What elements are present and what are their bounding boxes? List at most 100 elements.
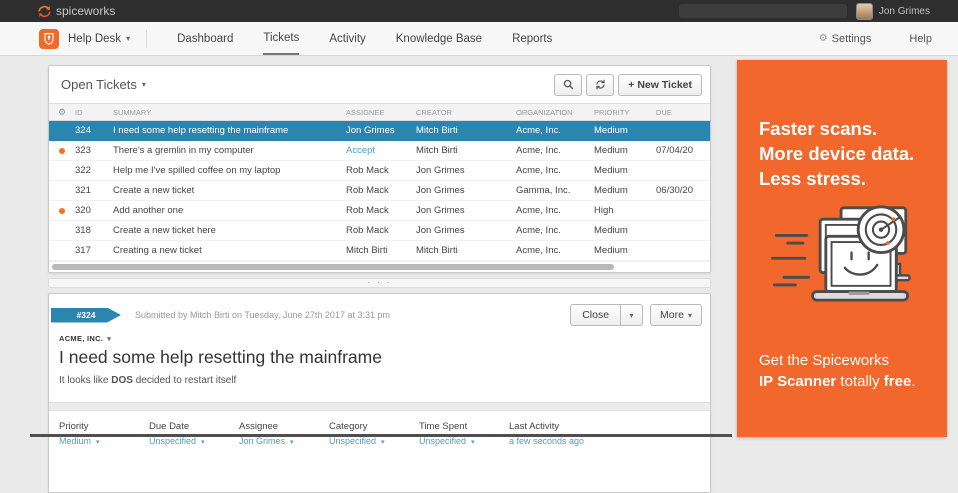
ad-headline-line: Faster scans. <box>759 116 947 141</box>
chevron-down-icon: ▾ <box>469 439 474 446</box>
new-ticket-label: New Ticket <box>637 79 692 91</box>
filter-label: Open Tickets <box>61 77 137 92</box>
ticket-summary: Create a new ticket <box>113 185 346 196</box>
ad-footer-text: Get the Spiceworks IP Scanner totally fr… <box>759 350 947 392</box>
column-header-priority[interactable]: PRIORITY <box>594 108 656 117</box>
ticket-id: 324 <box>75 125 113 136</box>
help-desk-app-button[interactable] <box>39 29 59 49</box>
ticket-row-317[interactable]: 317Creating a new ticketMitch BirtiMitch… <box>49 241 710 261</box>
ticket-assignee: Mitch Birti <box>346 245 416 256</box>
column-header-id[interactable]: ID <box>75 108 113 117</box>
ticket-row-320[interactable]: 320Add another oneRob MackJon GrimesAcme… <box>49 201 710 221</box>
column-header-assignee[interactable]: ASSIGNEE <box>346 108 416 117</box>
attribute-label: Last Activity <box>509 421 599 432</box>
ad-footer-text-end: . <box>911 373 915 390</box>
ticket-table-header: ⚙ IDSUMMARYASSIGNEECREATORORGANIZATIONPR… <box>49 103 710 121</box>
column-header-due[interactable]: DUE <box>656 108 710 117</box>
ticket-creator: Jon Grimes <box>416 225 516 236</box>
tab-reports[interactable]: Reports <box>512 22 552 55</box>
spiceworks-logo[interactable]: spiceworks <box>38 4 115 18</box>
chevron-down-icon: ▾ <box>288 439 293 446</box>
search-tickets-button[interactable] <box>554 74 582 96</box>
accept-link[interactable]: Accept <box>346 145 416 156</box>
open-tickets-filter-dropdown[interactable]: Open Tickets ▾ <box>61 77 146 92</box>
ticket-organization: Acme, Inc. <box>516 225 594 236</box>
ticket-row-322[interactable]: 322Help me I've spilled coffee on my lap… <box>49 161 710 181</box>
chevron-down-icon: ▾ <box>379 439 384 446</box>
refresh-button[interactable] <box>586 74 614 96</box>
ticket-detail-panel: #324 Submitted by Mitch Birti on Tuesday… <box>48 293 711 493</box>
ticket-priority: Medium <box>594 185 656 196</box>
close-ticket-button[interactable]: Close <box>570 304 621 326</box>
chevron-down-icon: ▾ <box>107 335 111 343</box>
settings-label: Settings <box>832 33 872 45</box>
ticket-assignee: Rob Mack <box>346 225 416 236</box>
shield-icon <box>43 32 55 45</box>
ticket-priority: Medium <box>594 245 656 256</box>
topbar-search-input[interactable] <box>679 4 847 18</box>
ticket-creator: Jon Grimes <box>416 205 516 216</box>
ticket-description: It looks like DOS decided to restart its… <box>59 375 710 386</box>
ticket-assignee: Rob Mack <box>346 185 416 196</box>
ticket-priority: High <box>594 205 656 216</box>
panel-splitter-handle[interactable]: · · · <box>48 278 711 288</box>
organization-dropdown[interactable]: ACME, INC. ▾ <box>59 334 111 343</box>
tab-tickets[interactable]: Tickets <box>263 22 299 55</box>
ad-footer-bold: IP Scanner <box>759 373 836 390</box>
attribute-value-dropdown[interactable]: Unspecified ▾ <box>419 436 475 446</box>
refresh-icon <box>595 79 606 90</box>
attribute-label: Assignee <box>239 421 329 432</box>
app-label[interactable]: Help Desk <box>68 33 121 45</box>
ticket-creator: Jon Grimes <box>416 165 516 176</box>
attribute-value-dropdown[interactable]: Unspecified ▾ <box>149 436 205 446</box>
topbar: spiceworks Jon Grimes <box>0 0 958 22</box>
nav-tabs: Dashboard Tickets Activity Knowledge Base Re… <box>147 22 552 56</box>
ticket-row-324[interactable]: 324I need some help resetting the mainfr… <box>49 121 710 141</box>
plus-icon: + <box>628 79 634 91</box>
help-button[interactable]: Help <box>909 33 932 45</box>
new-ticket-button[interactable]: + New Ticket <box>618 74 702 96</box>
filter-caret-icon: ▾ <box>142 80 146 89</box>
attribute-label: Time Spent <box>419 421 509 432</box>
settings-button[interactable]: ⚙ Settings <box>819 33 872 45</box>
tab-dashboard[interactable]: Dashboard <box>177 22 233 55</box>
more-label: More <box>660 309 684 321</box>
ticket-row-318[interactable]: 318Create a new ticket hereRob MackJon G… <box>49 221 710 241</box>
ticket-priority: Medium <box>594 225 656 236</box>
attribute-value-dropdown[interactable]: Jon Grimes ▾ <box>239 436 293 446</box>
ip-scanner-ad[interactable]: Faster scans.More device data.Less stres… <box>737 60 947 437</box>
app-navbar: Help Desk ▾ Dashboard Tickets Activity Know… <box>0 22 958 56</box>
user-avatar[interactable] <box>857 4 872 19</box>
ad-footer-text-mid: totally <box>836 373 884 390</box>
submitted-text: Submitted by Mitch Birti on Tuesday, Jun… <box>135 310 390 320</box>
organization-label: ACME, INC. <box>59 334 103 343</box>
ticket-organization: Acme, Inc. <box>516 125 594 136</box>
ticket-row-321[interactable]: 321Create a new ticketRob MackJon Grimes… <box>49 181 710 201</box>
unread-dot <box>59 148 65 154</box>
main-content: Open Tickets ▾ <box>48 56 711 493</box>
ticket-organization: Acme, Inc. <box>516 205 594 216</box>
column-header-summary[interactable]: SUMMARY <box>113 108 346 117</box>
ticket-priority: Medium <box>594 125 656 136</box>
ad-headline-line: Less stress. <box>759 166 947 191</box>
ticket-summary: Help me I've spilled coffee on my laptop <box>113 165 346 176</box>
column-settings-gear-icon[interactable]: ⚙ <box>49 107 75 118</box>
column-header-creator[interactable]: CREATOR <box>416 108 516 117</box>
close-dropdown-button[interactable]: ▾ <box>621 304 643 326</box>
user-name[interactable]: Jon Grimes <box>879 6 930 17</box>
chevron-down-icon: ▾ <box>199 439 204 446</box>
ticket-row-323[interactable]: 323There's a gremlin in my computerAccep… <box>49 141 710 161</box>
app-caret-icon[interactable]: ▾ <box>126 34 130 43</box>
tab-activity[interactable]: Activity <box>329 22 365 55</box>
tab-knowledge-base[interactable]: Knowledge Base <box>396 22 482 55</box>
chevron-down-icon: ▾ <box>688 311 692 320</box>
column-header-organization[interactable]: ORGANIZATION <box>516 108 594 117</box>
ticket-number-badge: #324 <box>51 308 121 323</box>
attribute-value-dropdown[interactable]: Unspecified ▾ <box>329 436 385 446</box>
attribute-value-dropdown[interactable]: Medium ▾ <box>59 436 99 446</box>
horizontal-scrollbar-thumb[interactable] <box>52 264 614 270</box>
more-button[interactable]: More ▾ <box>650 304 702 326</box>
ticket-summary: Create a new ticket here <box>113 225 346 236</box>
unread-dot-icon <box>49 208 75 214</box>
ticket-id: 318 <box>75 225 113 236</box>
